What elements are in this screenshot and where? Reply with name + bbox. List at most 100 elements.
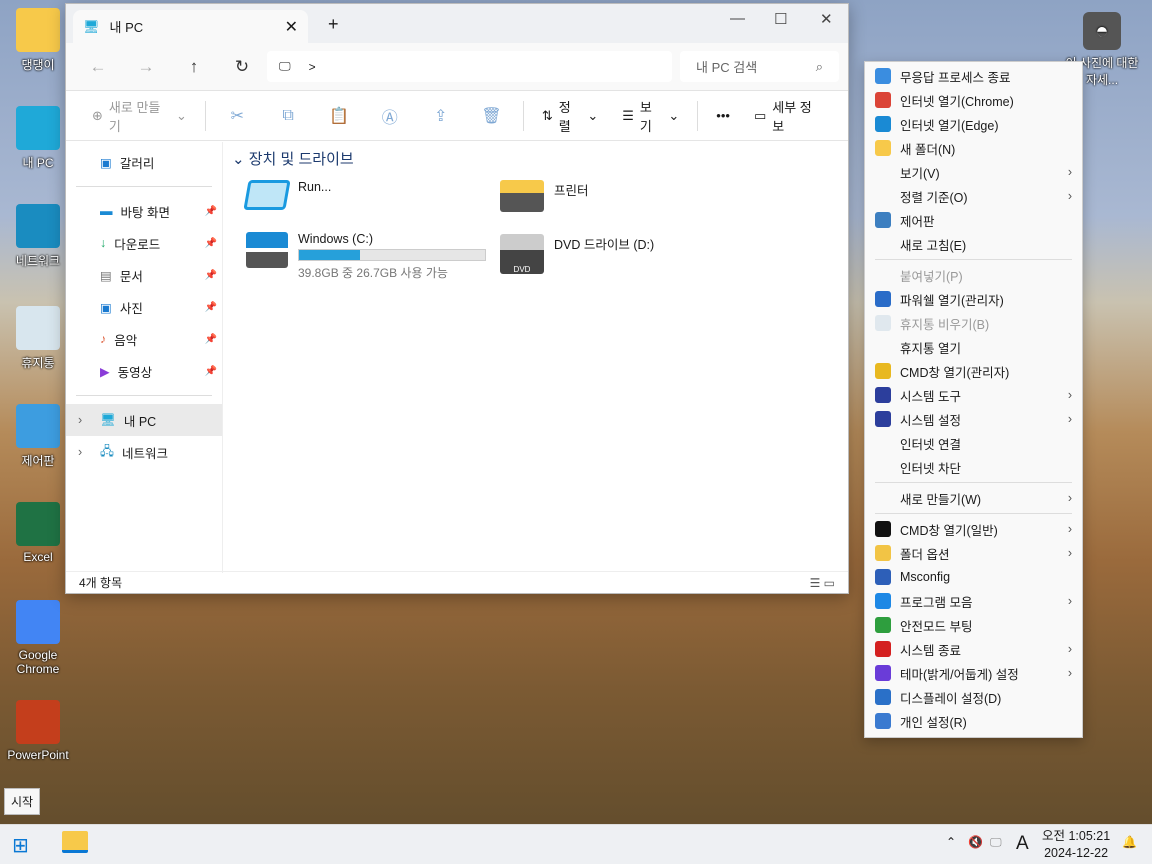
pin-icon[interactable]: 📌 <box>205 270 217 281</box>
menu-item[interactable]: Msconfig <box>865 565 1082 589</box>
recycle-bin-icon <box>16 306 60 350</box>
menu-item[interactable]: 안전모드 부팅 <box>865 613 1082 637</box>
view-button[interactable]: ☰ 보기 ⌄ <box>612 97 689 135</box>
menu-item[interactable]: CMD창 열기(일반) › <box>865 517 1082 541</box>
up-button[interactable]: ↑ <box>170 57 218 77</box>
sidebar-item-pinned[interactable]: ↓ 다운로드 📌 <box>66 227 222 259</box>
clock[interactable]: 오전 1:05:21 2024-12-22 <box>1042 828 1110 862</box>
menu-item[interactable]: 파워쉘 열기(관리자) <box>865 287 1082 311</box>
folder-icon <box>16 8 60 52</box>
minimize-button[interactable]: — <box>730 10 745 27</box>
context-menu: 무응답 프로세스 종료 인터넷 열기(Chrome) 인터넷 열기(Edge) 새 폴… <box>864 61 1083 738</box>
section-header-devices[interactable]: ⌄ 장치 및 드라이브 <box>232 148 354 169</box>
close-tab-icon[interactable]: ✕ <box>285 17 298 37</box>
menu-item[interactable]: 제어판 <box>865 208 1082 232</box>
item-run[interactable]: Run... <box>243 180 331 210</box>
pin-icon[interactable]: 📌 <box>205 206 217 217</box>
menu-item[interactable]: 인터넷 차단 <box>865 455 1082 479</box>
share-icon[interactable]: ⇪ <box>417 106 464 126</box>
menu-item[interactable]: 보기(V) › <box>865 160 1082 184</box>
chevron-right-icon: › <box>1067 594 1072 608</box>
menu-item[interactable]: 새 폴더(N) <box>865 136 1082 160</box>
cmd-icon <box>875 521 891 537</box>
view-toggle-icons[interactable]: ☰ ▭ <box>810 576 835 590</box>
details-button[interactable]: ▭ 세부 정보 <box>744 97 832 135</box>
show-hidden-icons-button[interactable]: ⌃ <box>946 835 956 849</box>
sidebar-item-pinned[interactable]: ▶ 동영상 📌 <box>66 355 222 387</box>
menu-item[interactable]: 새로 고침(E) <box>865 232 1082 256</box>
run-icon <box>243 180 291 210</box>
more-button[interactable]: ••• <box>706 108 740 123</box>
menu-item[interactable]: 휴지통 비우기(B) <box>865 311 1082 335</box>
copy-icon[interactable]: ⧉ <box>265 107 312 125</box>
download-icon: ↓ <box>100 236 107 250</box>
start-tooltip: 시작 <box>4 788 41 815</box>
sort-button[interactable]: ⇅ 정렬 ⌄ <box>532 97 608 135</box>
tab-this-pc[interactable]: 🖥 내 PC ✕ <box>73 10 308 43</box>
menu-item[interactable]: 무응답 프로세스 종료 <box>865 64 1082 88</box>
desktop-icon[interactable]: Google Chrome <box>0 600 76 676</box>
menu-item[interactable]: 시스템 설정 › <box>865 407 1082 431</box>
desktop-icon[interactable]: PowerPoint <box>0 700 76 762</box>
new-tab-button[interactable]: + <box>328 14 339 35</box>
menu-item[interactable]: 인터넷 열기(Edge) <box>865 112 1082 136</box>
chrome-icon <box>16 600 60 644</box>
address-bar[interactable]: 🖵 > <box>267 51 672 82</box>
item-dvd-drive[interactable]: DVD DVD 드라이브 (D:) <box>500 234 654 274</box>
network-status-icon[interactable]: 🖵 <box>990 835 1002 850</box>
menu-item[interactable]: 시스템 종료 › <box>865 637 1082 661</box>
sidebar-item-this-pc[interactable]: › 🖥 내 PC <box>66 404 222 436</box>
menu-item[interactable]: 새로 만들기(W) › <box>865 486 1082 510</box>
pin-icon[interactable]: 📌 <box>205 334 217 345</box>
delete-icon[interactable]: 🗑 <box>468 106 515 126</box>
menu-item[interactable]: 정렬 기준(O) › <box>865 184 1082 208</box>
chevron-right-icon: › <box>1067 412 1072 426</box>
search-input[interactable]: 내 PC 검색 ⌕ <box>680 51 839 82</box>
menu-item[interactable]: 인터넷 연결 <box>865 431 1082 455</box>
forward-button[interactable]: → <box>122 57 170 77</box>
chevron-right-icon: › <box>1067 666 1072 680</box>
close-window-button[interactable]: ✕ <box>820 10 833 28</box>
videos-icon: ▶ <box>100 364 110 379</box>
menu-item[interactable]: 시스템 도구 › <box>865 383 1082 407</box>
recycle-bin-icon <box>875 315 891 331</box>
item-drive-c[interactable]: Windows (C:) 39.8GB 중 26.7GB 사용 가능 <box>246 232 486 281</box>
maximize-button[interactable]: ☐ <box>774 10 787 28</box>
menu-item[interactable]: 디스플레이 설정(D) <box>865 685 1082 709</box>
menu-item[interactable]: 폴더 옵션 › <box>865 541 1082 565</box>
refresh-button[interactable]: ↻ <box>218 57 266 77</box>
menu-item[interactable]: 개인 설정(R) <box>865 709 1082 733</box>
rename-icon[interactable]: Ⓐ <box>366 104 413 128</box>
menu-item[interactable]: 붙여넣기(P) <box>865 263 1082 287</box>
menu-item[interactable]: 인터넷 열기(Chrome) <box>865 88 1082 112</box>
cut-icon[interactable]: ✂ <box>214 106 261 126</box>
safe-shield-icon <box>875 617 891 633</box>
theme-icon <box>875 665 891 681</box>
sidebar-item-pinned[interactable]: ▣ 사진 📌 <box>66 291 222 323</box>
sidebar-item-pinned[interactable]: ♪ 음악 📌 <box>66 323 222 355</box>
sidebar-item-pinned[interactable]: ▬ 바탕 화면 📌 <box>66 195 222 227</box>
sidebar-item-network[interactable]: › 🖧 네트워크 <box>66 436 222 468</box>
back-button[interactable]: ← <box>74 57 122 77</box>
ime-indicator[interactable]: A <box>1016 833 1029 855</box>
menu-item[interactable]: 프로그램 모음 › <box>865 589 1082 613</box>
menu-separator <box>875 259 1072 260</box>
start-button[interactable]: ⊞ <box>12 833 29 858</box>
item-printer[interactable]: 프린터 <box>500 180 589 212</box>
paste-icon[interactable]: 📋 <box>316 106 363 126</box>
system-tools-icon <box>875 387 891 403</box>
sidebar-item-pinned[interactable]: ▤ 문서 📌 <box>66 259 222 291</box>
notification-bell-icon[interactable]: 🔔 <box>1122 835 1137 849</box>
menu-item[interactable]: 테마(밝게/어둡게) 설정 › <box>865 661 1082 685</box>
new-button[interactable]: ⊕ 새로 만들기 ⌄ <box>82 97 197 135</box>
pin-icon[interactable]: 📌 <box>205 366 217 377</box>
pin-icon[interactable]: 📌 <box>205 302 217 313</box>
file-explorer-taskbar-icon[interactable] <box>62 831 88 853</box>
pin-icon[interactable]: 📌 <box>205 238 217 249</box>
volume-muted-icon[interactable]: 🔇 <box>968 835 983 849</box>
dvd-drive-icon: DVD <box>500 234 544 274</box>
menu-item[interactable]: CMD창 열기(관리자) <box>865 359 1082 383</box>
sidebar-item-gallery[interactable]: ▣ 갈러리 <box>66 146 222 178</box>
excel-icon <box>16 502 60 546</box>
menu-item[interactable]: 휴지통 열기 <box>865 335 1082 359</box>
